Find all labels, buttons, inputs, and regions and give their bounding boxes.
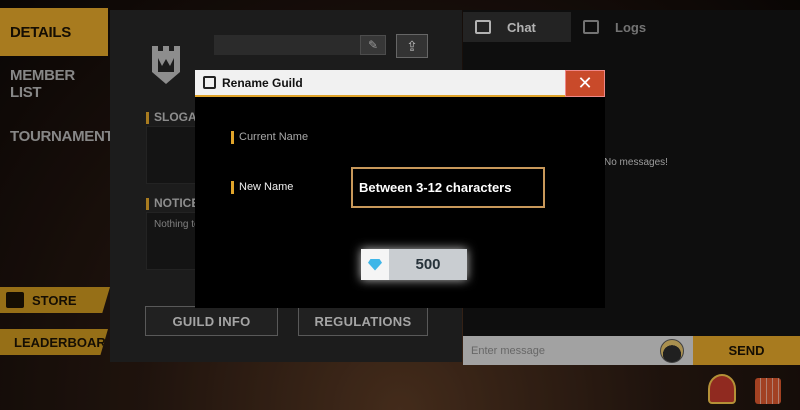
empty-chat-text: No messages!	[604, 157, 668, 168]
tab-logs[interactable]: Logs	[571, 12, 661, 42]
nav-details-tab[interactable]: DETAILS	[0, 8, 108, 56]
emoji-icon[interactable]	[660, 339, 684, 363]
dialog-title: Rename Guild	[222, 75, 303, 90]
nav-member-list-label: MEMBER LIST	[10, 67, 75, 101]
message-input[interactable]: Enter message	[463, 336, 693, 365]
leaderboard-label: LEADERBOARD	[14, 334, 116, 350]
regulations-button[interactable]: REGULATIONS	[298, 306, 428, 336]
calendar-icon[interactable]	[755, 378, 781, 404]
rename-guild-dialog: Rename Guild ✕ Current Name New Name 500	[195, 70, 605, 308]
new-name-label: New Name	[231, 181, 293, 194]
close-button[interactable]: ✕	[565, 70, 605, 97]
guild-info-button[interactable]: GUILD INFO	[145, 306, 278, 336]
leaderboard-button[interactable]: LEADERBOARD	[0, 329, 108, 355]
store-button[interactable]: STORE	[0, 287, 110, 313]
chat-icon	[475, 20, 491, 34]
guild-emblem-icon	[152, 46, 180, 84]
nav-details-label: DETAILS	[10, 23, 71, 41]
nav-tournament-tab[interactable]: TOURNAMENT	[0, 112, 114, 160]
share-icon[interactable]: ⇪	[396, 34, 428, 58]
store-icon	[6, 292, 24, 308]
nav-tournament-label: TOURNAMENT	[10, 127, 114, 145]
tab-logs-label: Logs	[615, 19, 647, 35]
store-label: STORE	[32, 292, 77, 308]
confirm-rename-button[interactable]: 500	[361, 249, 467, 280]
notice-label: NOTICE	[146, 196, 199, 210]
logs-icon	[583, 20, 599, 34]
guild-name-display	[214, 35, 360, 55]
cost-value: 500	[415, 256, 441, 273]
event-icon[interactable]	[708, 374, 736, 404]
new-name-input[interactable]	[351, 167, 545, 208]
dialog-header: Rename Guild	[195, 70, 605, 97]
current-name-label: Current Name	[231, 131, 308, 144]
tab-chat-label: Chat	[507, 19, 536, 35]
diamond-icon	[368, 258, 382, 271]
send-button[interactable]: SEND	[693, 336, 800, 365]
edit-name-icon[interactable]: ✎	[360, 35, 386, 55]
tab-chat[interactable]: Chat	[463, 12, 571, 42]
edit-icon	[203, 76, 216, 89]
nav-member-list-tab[interactable]: MEMBER LIST	[0, 60, 108, 108]
